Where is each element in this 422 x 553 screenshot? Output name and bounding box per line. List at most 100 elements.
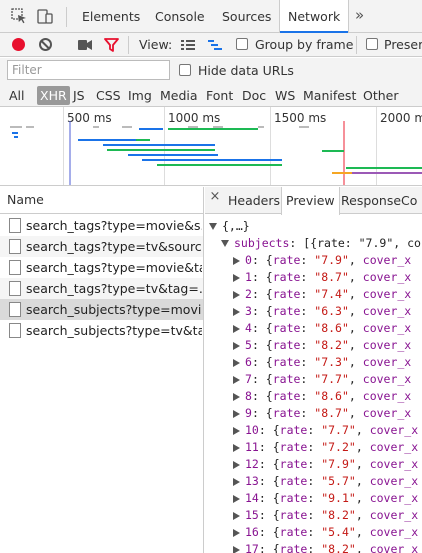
hide-data-urls-checkbox[interactable] xyxy=(179,64,191,76)
json-item-index: 4 xyxy=(245,321,252,335)
json-array-item[interactable]: 12: {rate: "7.9", cover_x xyxy=(233,456,418,473)
json-item-index: 1 xyxy=(245,270,252,284)
request-row[interactable]: search_subjects?type=tv&ta... xyxy=(0,320,203,341)
json-array-item[interactable]: 10: {rate: "7.7", cover_x xyxy=(233,422,418,439)
request-name: search_subjects?type=movie... xyxy=(26,302,202,317)
tab-elements[interactable]: Elements xyxy=(72,0,150,33)
tab-sources[interactable]: Sources xyxy=(212,0,281,33)
tab-headers[interactable]: Headers xyxy=(222,187,286,214)
json-subjects-line[interactable]: subjects: [{rate: "7.9", co xyxy=(221,235,421,252)
json-item-index: 2 xyxy=(245,287,252,301)
type-filter-manifest[interactable]: Manifest xyxy=(303,86,356,105)
json-array-item[interactable]: 2: {rate: "7.4", cover_x xyxy=(233,286,411,303)
close-icon[interactable]: × xyxy=(208,190,222,204)
type-filter-ws[interactable]: WS xyxy=(275,86,295,105)
json-array-item[interactable]: 7: {rate: "7.7", cover_x xyxy=(233,371,411,388)
json-array-item[interactable]: 16: {rate: "5.4", cover_x xyxy=(233,524,418,541)
json-array-item[interactable]: 3: {rate: "6.3", cover_x xyxy=(233,303,411,320)
json-array-item[interactable]: 13: {rate: "5.7", cover_x xyxy=(233,473,418,490)
expand-arrow-icon[interactable] xyxy=(209,223,217,230)
expand-arrow-icon[interactable] xyxy=(233,511,240,520)
json-item-index: 9 xyxy=(245,406,252,420)
json-array-item[interactable]: 4: {rate: "8.6", cover_x xyxy=(233,320,411,337)
json-rate-value: "8.2" xyxy=(321,508,356,522)
preserve-log-checkbox[interactable] xyxy=(366,38,378,50)
expand-arrow-icon[interactable] xyxy=(233,528,240,537)
expand-arrow-icon[interactable] xyxy=(233,256,240,265)
json-item-index: 3 xyxy=(245,304,252,318)
waterfall-view-icon[interactable] xyxy=(208,39,222,51)
expand-arrow-icon[interactable] xyxy=(233,307,240,316)
json-array-item[interactable]: 5: {rate: "8.2", cover_x xyxy=(233,337,411,354)
json-array-item[interactable]: 17: {rate: "8.2", cover_x xyxy=(233,541,418,553)
expand-arrow-icon[interactable] xyxy=(233,392,240,401)
expand-arrow-icon[interactable] xyxy=(233,341,240,350)
type-filter-all[interactable]: All xyxy=(9,86,25,105)
tab-preview[interactable]: Preview xyxy=(281,187,340,215)
expand-arrow-icon[interactable] xyxy=(233,443,240,452)
expand-arrow-icon[interactable] xyxy=(233,545,240,553)
tab-network[interactable]: Network xyxy=(279,0,350,34)
group-by-frame-checkbox[interactable] xyxy=(236,38,248,50)
type-filter-other[interactable]: Other xyxy=(363,86,399,105)
file-icon xyxy=(9,239,21,254)
record-button[interactable] xyxy=(12,38,25,51)
expand-arrow-icon[interactable] xyxy=(233,375,240,384)
expand-arrow-icon[interactable] xyxy=(233,494,240,503)
request-row[interactable]: search_tags?type=tv&tag=... xyxy=(0,278,203,299)
hide-data-urls-label: Hide data URLs xyxy=(198,63,294,78)
expand-arrow-icon[interactable] xyxy=(233,409,240,418)
json-array-item[interactable]: 15: {rate: "8.2", cover_x xyxy=(233,507,418,524)
json-rate-value: "7.4" xyxy=(314,287,349,301)
expand-arrow-icon[interactable] xyxy=(233,477,240,486)
expand-arrow-icon[interactable] xyxy=(233,358,240,367)
request-row[interactable]: search_tags?type=tv&sourc... xyxy=(0,236,203,257)
network-overview-timeline[interactable]: 500 ms 1000 ms 1500 ms 2000 m xyxy=(0,107,422,186)
expand-arrow-icon[interactable] xyxy=(233,273,240,282)
json-array-item[interactable]: 6: {rate: "7.3", cover_x xyxy=(233,354,411,371)
expand-arrow-icon[interactable] xyxy=(233,290,240,299)
tab-response[interactable]: Response xyxy=(341,187,401,214)
json-root-line[interactable]: {,…} xyxy=(209,218,250,235)
type-filter-doc[interactable]: Doc xyxy=(242,86,266,105)
clear-icon[interactable] xyxy=(39,38,52,51)
json-item-index: 16 xyxy=(245,525,259,539)
json-root-summary: {,…} xyxy=(222,219,250,233)
type-filter-img[interactable]: Img xyxy=(128,86,152,105)
type-filter-css[interactable]: CSS xyxy=(96,86,121,105)
large-rows-icon[interactable] xyxy=(181,39,195,51)
json-array-item[interactable]: 0: {rate: "7.9", cover_x xyxy=(233,252,411,269)
expand-arrow-icon[interactable] xyxy=(233,324,240,333)
json-array-item[interactable]: 14: {rate: "9.1", cover_x xyxy=(233,490,418,507)
more-tabs-button[interactable]: » xyxy=(355,0,364,33)
tab-cookies[interactable]: Co xyxy=(401,187,417,214)
type-filter-font[interactable]: Font xyxy=(206,86,233,105)
toolbar-separator xyxy=(356,36,357,54)
type-filter-media[interactable]: Media xyxy=(160,86,198,105)
json-array-item[interactable]: 8: {rate: "8.6", cover_x xyxy=(233,388,411,405)
json-item-index: 13 xyxy=(245,474,259,488)
expand-arrow-icon[interactable] xyxy=(221,240,229,247)
json-array-item[interactable]: 1: {rate: "8.7", cover_x xyxy=(233,269,411,286)
request-name: search_subjects?type=tv&ta... xyxy=(26,323,202,338)
tab-console[interactable]: Console xyxy=(146,0,214,33)
request-row-selected[interactable]: search_subjects?type=movie... xyxy=(0,299,203,320)
capture-screenshots-icon[interactable] xyxy=(78,40,92,50)
type-filter-js[interactable]: JS xyxy=(73,86,85,105)
request-row[interactable]: search_tags?type=movie&ta... xyxy=(0,257,203,278)
inspect-element-icon[interactable] xyxy=(11,8,27,24)
json-array-item[interactable]: 11: {rate: "7.2", cover_x xyxy=(233,439,418,456)
device-toolbar-icon[interactable] xyxy=(37,8,53,24)
expand-arrow-icon[interactable] xyxy=(233,426,240,435)
json-rate-value: "9.1" xyxy=(321,491,356,505)
json-item-index: 5 xyxy=(245,338,252,352)
filter-input[interactable] xyxy=(7,60,170,80)
filter-funnel-icon[interactable] xyxy=(104,38,119,52)
request-row[interactable]: search_tags?type=movie&s... xyxy=(0,215,203,236)
name-column-header[interactable]: Name xyxy=(0,187,203,214)
json-array-item[interactable]: 9: {rate: "8.7", cover_x xyxy=(233,405,411,422)
expand-arrow-icon[interactable] xyxy=(233,460,240,469)
toolbar-separator xyxy=(128,36,129,54)
json-preview: {,…} subjects: [{rate: "7.9", co 0: {rat… xyxy=(205,215,422,553)
type-filter-xhr[interactable]: XHR xyxy=(37,86,70,105)
